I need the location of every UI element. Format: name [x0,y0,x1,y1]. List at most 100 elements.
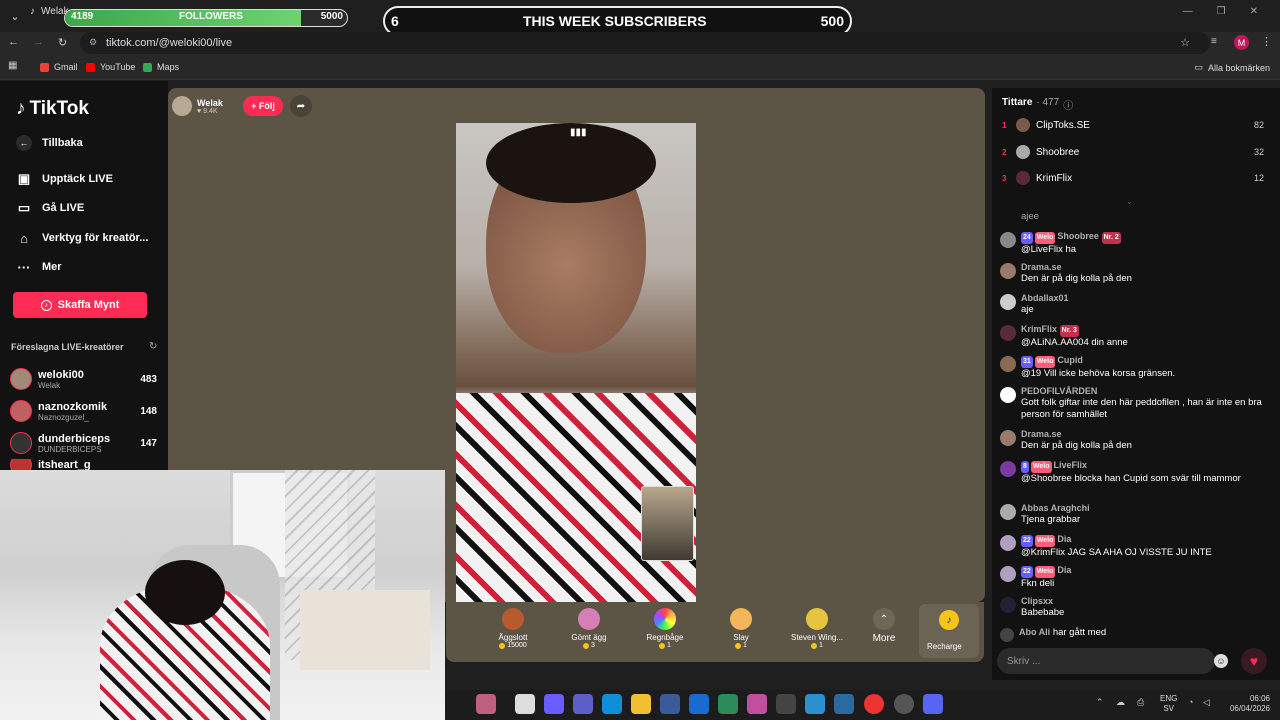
top-viewer[interactable]: 2 Shoobree 32 [1002,143,1272,161]
top-viewer[interactable]: 1 ClipToks.SE 82 [1002,116,1272,134]
info-icon[interactable]: ⓘ [1063,97,1073,112]
message-user[interactable]: Shoobree [1057,231,1099,241]
refresh-icon[interactable]: ↻ [149,341,157,352]
nav-discover-live[interactable]: ▣ Upptäck LIVE [16,171,113,187]
avatar[interactable] [1000,294,1016,310]
teams-icon[interactable] [573,694,593,714]
browser-tab[interactable]: ♪ Welak [30,6,69,17]
top-viewer[interactable]: 3 KrimFlix 12 [1002,169,1272,187]
avatar[interactable] [1000,232,1016,248]
nav-go-live[interactable]: ▭ Gå LIVE [16,200,84,216]
discord-icon[interactable] [923,694,943,714]
follow-button[interactable]: + Följ [243,96,283,116]
gift-item[interactable]: Äggslott 15000 [483,608,543,649]
close-icon[interactable]: ✕ [1250,6,1258,17]
bookmark-star-icon[interactable]: ☆ [1180,36,1190,49]
minimize-icon[interactable]: — [1183,6,1193,17]
clock[interactable]: 06:06 06/04/2026 [1226,694,1270,714]
gift-item[interactable]: Steven Wing... 1 [787,608,847,649]
avatar[interactable] [1000,504,1016,520]
all-bookmarks[interactable]: ▭ Alla bokmärken [1194,62,1270,73]
avatar[interactable] [1000,461,1016,477]
recharge-button[interactable]: ♪ Recharge [919,604,979,658]
maximize-icon[interactable]: ❐ [1217,6,1226,17]
message-user[interactable]: Drama.se [1021,428,1132,440]
suggested-creator[interactable]: weloki00 Welak 483 [10,366,160,392]
expand-chevron-icon[interactable]: ⌄ [1126,197,1133,206]
apps-grid-icon[interactable]: ▦ [8,60,17,71]
bookmark-gmail[interactable]: Gmail [40,62,78,72]
vscode-icon[interactable] [834,694,854,714]
message-user[interactable]: KrimFlix [1021,324,1057,334]
outlook-icon[interactable] [689,694,709,714]
avatar[interactable] [1000,356,1016,372]
security-icon[interactable] [718,694,738,714]
site-info-icon[interactable]: ⚙ [89,37,97,48]
chat-input[interactable]: Skriv ... [997,648,1215,674]
like-heart-icon[interactable]: ♥ [1241,648,1267,674]
share-icon[interactable]: ➦ [290,95,312,117]
message-user[interactable]: Cupid [1057,355,1083,365]
reading-list-icon[interactable]: ≡ [1211,36,1217,47]
widget-icon[interactable] [476,694,496,714]
bookmark-youtube[interactable]: YouTube [86,62,135,72]
back-arrow-icon[interactable]: ← [8,36,19,48]
office-icon[interactable] [747,694,767,714]
gift-item[interactable]: Regnbåge 1 [635,608,695,649]
avatar[interactable] [1000,566,1016,582]
edge-icon[interactable] [602,694,622,714]
message-user[interactable]: Dia [1057,534,1071,544]
cloud-icon[interactable]: ☁ [1116,697,1125,708]
reload-icon[interactable]: ↻ [58,36,67,49]
avatar[interactable] [1000,387,1016,403]
emoji-icon[interactable]: ☺ [1214,654,1228,668]
forward-arrow-icon[interactable]: → [33,36,44,48]
bookmark-maps[interactable]: Maps [143,62,179,72]
avatar[interactable] [1000,430,1016,446]
guest-video-thumbnail[interactable] [641,486,694,561]
message-user[interactable]: Drama.se [1021,261,1132,273]
back-link[interactable]: ← Tillbaka [16,135,83,151]
message-user[interactable]: LiveFlix [1054,460,1088,470]
avatar[interactable] [1000,325,1016,341]
suggested-creator[interactable]: dunderbiceps DUNDERBICEPS 147 [10,430,160,456]
file-explorer-icon[interactable] [631,694,651,714]
wifi-icon[interactable]: ◔ [1188,697,1193,707]
profile-avatar[interactable]: M [1234,35,1249,50]
nav-creator-tools[interactable]: ⌂ Verktyg för kreatör... [16,230,148,246]
more-gifts-button[interactable]: ⌃ More [854,608,914,644]
volume-icon[interactable]: ◁ [1203,697,1210,708]
store-icon[interactable] [660,694,680,714]
message-user[interactable]: Dia [1057,565,1071,575]
mic-icon[interactable]: ⎙ [1137,697,1144,708]
message-user[interactable]: Abdallax01 [1021,292,1069,304]
get-coins-button[interactable]: ♪ Skaffa Mynt [13,292,147,318]
message-user[interactable]: PEDOFILVÅRDEN [1021,385,1272,397]
suggested-creator[interactable]: naznozkomik Naznozguzel_ 148 [10,398,160,424]
task-view-icon[interactable] [515,694,535,714]
language-indicator[interactable]: ENG SV [1160,694,1177,714]
copilot-icon[interactable] [544,694,564,714]
tiktok-logo[interactable]: ♪ TikTok [16,98,89,120]
tab-list-button[interactable]: ⌄ [6,7,24,25]
avatar[interactable] [1000,535,1016,551]
message-user[interactable]: Abbas Araghchi [1021,502,1090,514]
avatar[interactable] [1000,263,1016,279]
gift-item[interactable]: Slay 1 [711,608,771,649]
app-icon[interactable] [776,694,796,714]
nav-more[interactable]: ··· Mer [16,259,62,275]
avatar[interactable] [1000,597,1016,613]
message-user[interactable]: Clipsxx [1021,595,1064,607]
browser-menu-icon[interactable]: ⋮ [1261,35,1272,48]
join-user[interactable]: Abo Ali [1019,627,1050,637]
audio-icon[interactable]: ▮▮▮ [570,127,587,138]
chevron-up-icon[interactable]: ⌃ [1096,697,1104,708]
url-field[interactable]: ⚙ tiktok.com/@weloki00/live ☆ [80,32,1210,54]
gift-item[interactable]: Gömt ägg 3 [559,608,619,649]
avatar [10,368,32,390]
obs-icon[interactable] [894,694,914,714]
viewers-header[interactable]: Tittare · 477 ⓘ [1002,97,1073,112]
photos-icon[interactable] [805,694,825,714]
chrome-icon[interactable] [864,694,884,714]
host-avatar[interactable] [172,96,192,116]
